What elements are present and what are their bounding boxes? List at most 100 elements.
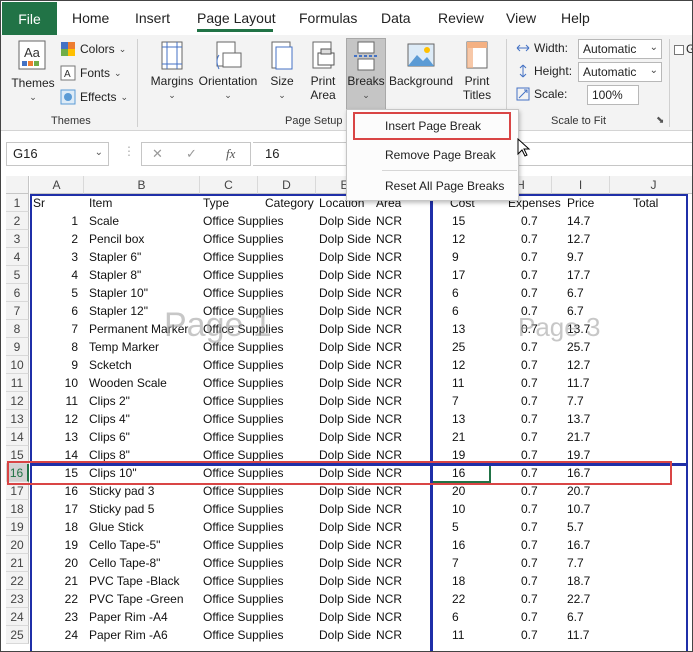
data-cell[interactable]: NCR (376, 266, 432, 284)
row-header-4[interactable]: 4 (6, 248, 29, 266)
data-cell[interactable]: Clips 4" (89, 410, 200, 428)
data-cell[interactable]: 7.7 (567, 392, 610, 410)
data-cell[interactable]: 10 (452, 500, 490, 518)
data-cell[interactable]: 16 (452, 536, 490, 554)
row-header-21[interactable]: 21 (6, 554, 29, 572)
data-cell[interactable]: 6.7 (567, 302, 610, 320)
data-cell[interactable]: 13.7 (567, 320, 610, 338)
data-cell[interactable]: 7 (452, 392, 490, 410)
width-select[interactable]: Automatic ⌄ (578, 39, 662, 59)
data-cell[interactable]: 22.7 (567, 590, 610, 608)
height-select[interactable]: Automatic ⌄ (578, 62, 662, 82)
data-cell[interactable]: Stapler 10" (89, 284, 200, 302)
data-cell[interactable]: 17 (30, 500, 81, 518)
size-button[interactable]: Size ⌄ (267, 41, 297, 102)
row-header-7[interactable]: 7 (6, 302, 29, 320)
data-cell[interactable]: 13 (30, 428, 81, 446)
data-cell[interactable]: 0.7 (521, 392, 552, 410)
tab-view[interactable]: View (506, 10, 536, 26)
data-cell[interactable]: NCR (376, 374, 432, 392)
row-header-23[interactable]: 23 (6, 590, 29, 608)
data-cell[interactable]: 12 (30, 410, 81, 428)
data-cell[interactable]: NCR (376, 554, 432, 572)
row-header-6[interactable]: 6 (6, 284, 29, 302)
data-cell[interactable]: Dolp Side (319, 554, 374, 572)
data-cell[interactable]: Dolp Side (319, 608, 374, 626)
data-cell[interactable]: 0.7 (521, 608, 552, 626)
column-header-a[interactable]: A (30, 176, 84, 194)
tab-review[interactable]: Review (438, 10, 484, 26)
data-cell[interactable]: 0.7 (521, 212, 552, 230)
enter-icon[interactable]: ✓ (186, 146, 197, 162)
data-cell[interactable]: 11.7 (567, 374, 610, 392)
data-cell[interactable]: NCR (376, 428, 432, 446)
row-header-11[interactable]: 11 (6, 374, 29, 392)
data-cell[interactable]: NCR (376, 572, 432, 590)
data-cell[interactable]: Office Supplies (203, 212, 284, 230)
worksheet-grid[interactable]: ABCDEGHIJ1SrItemTypeCategoryLocationArea… (6, 176, 692, 651)
data-cell[interactable]: 25.7 (567, 338, 610, 356)
data-cell[interactable]: Dolp Side (319, 392, 374, 410)
column-header-c[interactable]: C (200, 176, 258, 194)
header-cell[interactable]: Type (203, 194, 258, 212)
data-cell[interactable]: 18 (452, 572, 490, 590)
breaks-button[interactable]: Breaks ⌄ (346, 41, 386, 102)
column-header-b[interactable]: B (84, 176, 200, 194)
data-cell[interactable]: 25 (452, 338, 490, 356)
data-cell[interactable]: 5 (452, 518, 490, 536)
column-header-j[interactable]: J (610, 176, 692, 194)
data-cell[interactable]: Scale (89, 212, 200, 230)
data-cell[interactable]: NCR (376, 302, 432, 320)
data-cell[interactable]: 0.7 (521, 590, 552, 608)
header-cell[interactable]: Price (567, 194, 610, 212)
data-cell[interactable]: Dolp Side (319, 500, 374, 518)
row-header-18[interactable]: 18 (6, 500, 29, 518)
data-cell[interactable]: 11.7 (567, 626, 610, 644)
data-cell[interactable]: NCR (376, 248, 432, 266)
data-cell[interactable]: Stapler 6" (89, 248, 200, 266)
data-cell[interactable]: NCR (376, 590, 432, 608)
data-cell[interactable]: Office Supplies (203, 500, 284, 518)
data-cell[interactable]: 23 (30, 608, 81, 626)
data-cell[interactable]: Stapler 12" (89, 302, 200, 320)
data-cell[interactable]: Office Supplies (203, 392, 284, 410)
data-cell[interactable]: Office Supplies (203, 554, 284, 572)
data-cell[interactable]: Dolp Side (319, 356, 374, 374)
data-cell[interactable]: 16.7 (567, 536, 610, 554)
data-cell[interactable]: Clips 6" (89, 428, 200, 446)
data-cell[interactable]: Office Supplies (203, 356, 284, 374)
tab-file[interactable]: File (2, 2, 57, 35)
data-cell[interactable]: Glue Stick (89, 518, 200, 536)
data-cell[interactable]: 6 (452, 284, 490, 302)
data-cell[interactable]: PVC Tape -Green (89, 590, 200, 608)
data-cell[interactable]: 0.7 (521, 230, 552, 248)
data-cell[interactable]: Scketch (89, 356, 200, 374)
data-cell[interactable]: 0.7 (521, 572, 552, 590)
data-cell[interactable]: Office Supplies (203, 608, 284, 626)
colors-button[interactable]: Colors ⌄ (60, 41, 126, 57)
data-cell[interactable]: 0.7 (521, 266, 552, 284)
data-cell[interactable]: 7 (30, 320, 81, 338)
data-cell[interactable]: 0.7 (521, 554, 552, 572)
data-cell[interactable]: NCR (376, 608, 432, 626)
drag-handle-icon[interactable]: ⋮ (123, 144, 135, 158)
row-header-2[interactable]: 2 (6, 212, 29, 230)
data-cell[interactable]: 9.7 (567, 248, 610, 266)
data-cell[interactable]: 12 (452, 356, 490, 374)
row-header-5[interactable]: 5 (6, 266, 29, 284)
data-cell[interactable]: Office Supplies (203, 590, 284, 608)
data-cell[interactable]: 12.7 (567, 356, 610, 374)
data-cell[interactable]: 5.7 (567, 518, 610, 536)
data-cell[interactable]: 11 (452, 374, 490, 392)
data-cell[interactable]: 18.7 (567, 572, 610, 590)
data-cell[interactable]: Paper Rim -A6 (89, 626, 200, 644)
data-cell[interactable]: 0.7 (521, 248, 552, 266)
fonts-button[interactable]: A Fonts ⌄ (60, 65, 122, 81)
data-cell[interactable]: Dolp Side (319, 518, 374, 536)
data-cell[interactable]: 0.7 (521, 428, 552, 446)
data-cell[interactable]: 0.7 (521, 356, 552, 374)
row-header-9[interactable]: 9 (6, 338, 29, 356)
data-cell[interactable]: Temp Marker (89, 338, 200, 356)
data-cell[interactable]: Dolp Side (319, 266, 374, 284)
data-cell[interactable]: Office Supplies (203, 410, 284, 428)
